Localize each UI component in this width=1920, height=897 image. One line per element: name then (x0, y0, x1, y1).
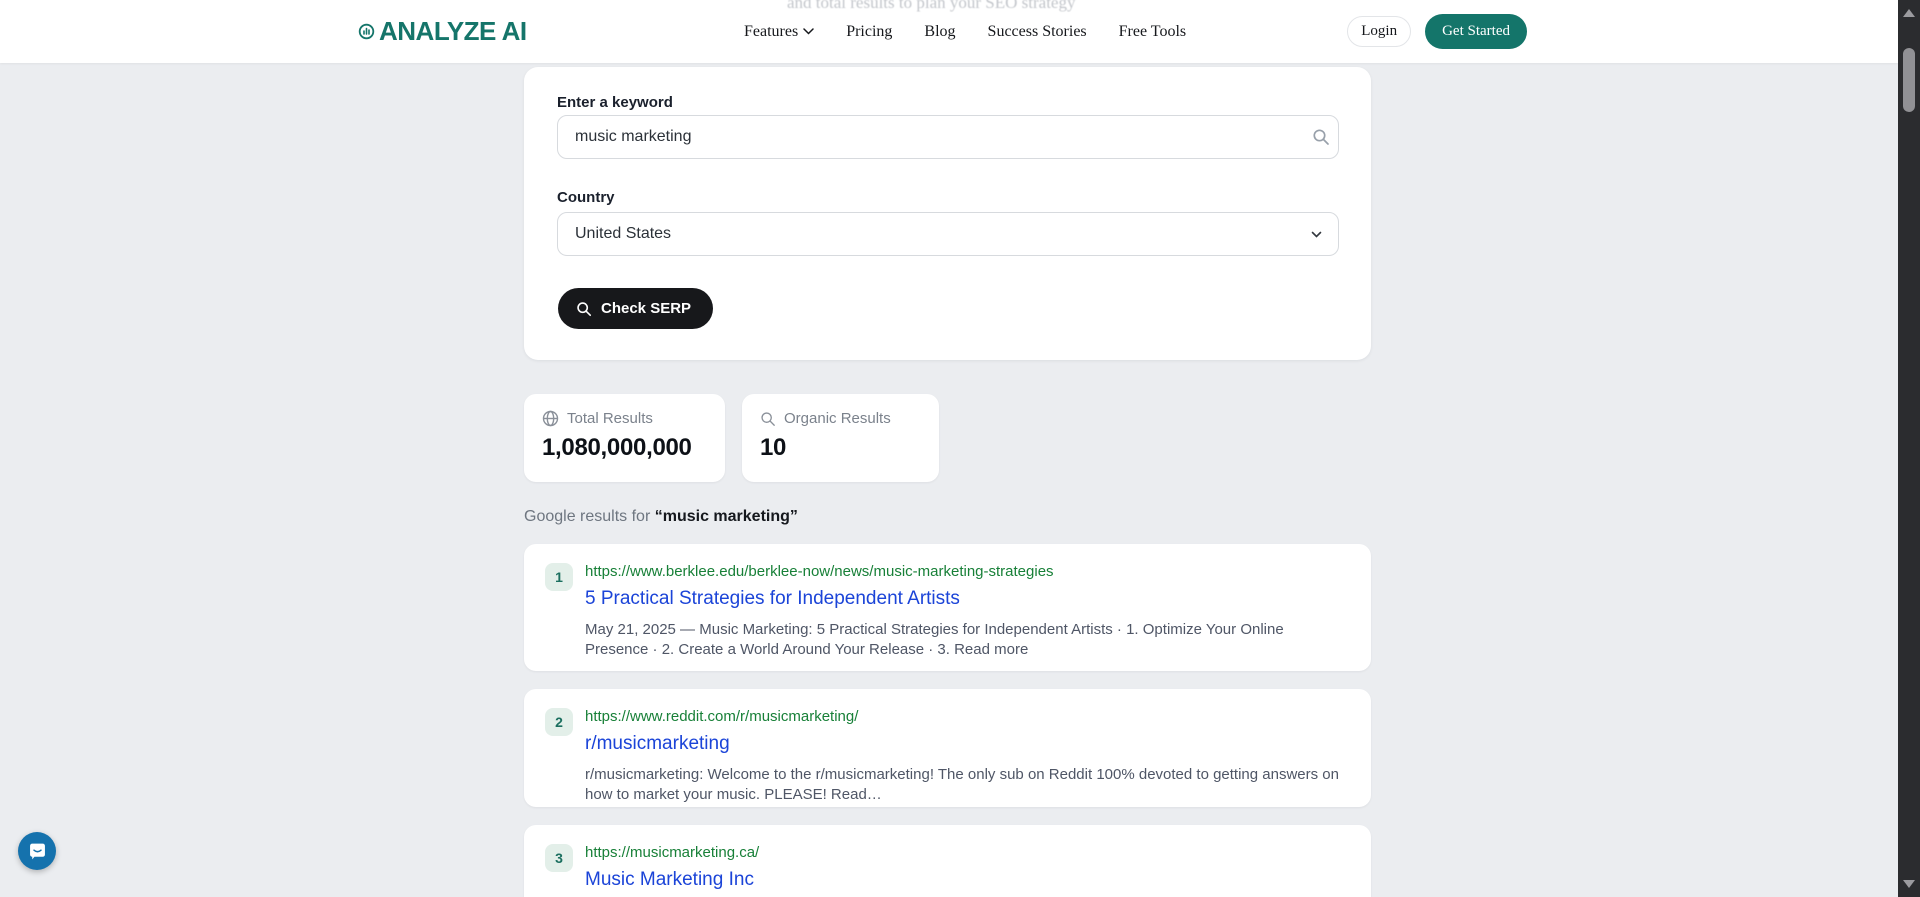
login-button[interactable]: Login (1347, 16, 1412, 47)
rank-badge: 1 (545, 563, 573, 591)
results-header-keyword: “music marketing” (654, 508, 798, 525)
result-body: https://musicmarketing.ca/ Music Marketi… (585, 843, 1345, 897)
check-serp-label: Check SERP (601, 300, 692, 317)
chevron-down-icon (1310, 228, 1323, 246)
keyword-label: Enter a keyword (557, 94, 673, 111)
organic-results-label: Organic Results (784, 410, 891, 427)
vertical-scrollbar[interactable] (1898, 0, 1920, 897)
nav-item-blog[interactable]: Blog (924, 23, 955, 41)
nav-item-success-stories[interactable]: Success Stories (988, 23, 1087, 41)
result-body: https://www.berklee.edu/berklee-now/news… (585, 562, 1345, 660)
results-header-prefix: Google results for (524, 508, 655, 525)
total-results-label: Total Results (567, 410, 653, 427)
result-snippet: r/musicmarketing: Welcome to the r/music… (585, 766, 1339, 803)
chat-bubble-icon (27, 841, 48, 862)
nav-item-pricing[interactable]: Pricing (846, 23, 892, 41)
rank-badge: 3 (545, 844, 573, 872)
organic-results-value: 10 (760, 434, 787, 461)
top-nav: and total results to plan your SEO strat… (0, 0, 1898, 63)
keyword-input[interactable] (557, 115, 1339, 159)
logo[interactable]: ANALYZE AI (358, 16, 527, 47)
nav-item-free-tools[interactable]: Free Tools (1119, 23, 1186, 41)
auth-buttons: Login Get Started (1347, 0, 1527, 63)
search-icon (1312, 128, 1330, 151)
scroll-down-button[interactable] (1898, 873, 1920, 895)
chat-launcher-button[interactable] (18, 832, 56, 870)
scrollbar-thumb[interactable] (1903, 48, 1915, 112)
result-url-link[interactable]: https://www.berklee.edu/berklee-now/news… (585, 562, 1345, 582)
chevron-down-icon (803, 28, 814, 35)
country-select[interactable]: United States (557, 212, 1339, 256)
country-label: Country (557, 189, 615, 206)
rank-badge: 2 (545, 708, 573, 736)
search-icon (760, 411, 776, 427)
globe-icon (542, 410, 559, 427)
result-card: 2 https://www.reddit.com/r/musicmarketin… (524, 689, 1371, 807)
results-header: Google results for “music marketing” (524, 508, 798, 526)
get-started-button[interactable]: Get Started (1425, 14, 1527, 49)
result-card: 1 https://www.berklee.edu/berklee-now/ne… (524, 544, 1371, 671)
result-title-link[interactable]: Music Marketing Inc (585, 868, 754, 892)
nav-item-features[interactable]: Features (744, 23, 814, 41)
serp-checker-page: and total results to plan your SEO strat… (0, 0, 1920, 897)
search-icon (576, 301, 592, 317)
result-card: 3 https://musicmarketing.ca/ Music Marke… (524, 825, 1371, 897)
scroll-down-icon (1903, 880, 1915, 888)
country-selected-value: United States (575, 225, 672, 242)
scroll-up-button[interactable] (1898, 2, 1920, 24)
nav-links: Features Pricing Blog Success Stories Fr… (744, 0, 1186, 63)
logo-analytics-icon (358, 23, 375, 40)
result-body: https://www.reddit.com/r/musicmarketing/… (585, 707, 1345, 805)
organic-results-card: Organic Results 10 (742, 394, 939, 482)
total-results-value: 1,080,000,000 (542, 434, 692, 461)
result-title-link[interactable]: 5 Practical Strategies for Independent A… (585, 587, 960, 611)
result-snippet: May 21, 2025 — Music Marketing: 5 Practi… (585, 621, 1284, 658)
logo-text: ANALYZE AI (379, 16, 527, 46)
check-serp-button[interactable]: Check SERP (558, 288, 714, 329)
serp-form-card: Enter a keyword Country United States Ch… (524, 67, 1371, 360)
total-results-card: Total Results 1,080,000,000 (524, 394, 725, 482)
result-url-link[interactable]: https://musicmarketing.ca/ (585, 843, 1345, 863)
result-url-link[interactable]: https://www.reddit.com/r/musicmarketing/ (585, 707, 1345, 727)
result-title-link[interactable]: r/musicmarketing (585, 732, 730, 756)
scroll-up-icon (1903, 9, 1915, 17)
